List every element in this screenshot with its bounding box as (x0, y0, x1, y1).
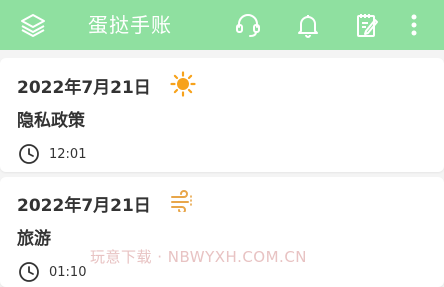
journal-entry-card[interactable]: 2022年7月21日 隐私政策 12:01 (0, 58, 444, 172)
entry-date: 2022年7月21日 (17, 196, 151, 216)
edit-note-icon[interactable] (352, 10, 382, 40)
clock-icon (18, 143, 40, 165)
entry-title: 隐私政策 (17, 111, 85, 131)
bell-icon[interactable] (293, 10, 323, 40)
app-title: 蛋挞手账 (88, 13, 172, 37)
watermark: 玩意下载 · NBWYXH.COM.CN (90, 248, 308, 266)
app-header: 蛋挞手账 (0, 0, 444, 50)
clock-icon (18, 261, 40, 283)
more-vert-icon[interactable] (406, 10, 422, 40)
entry-time: 12:01 (49, 147, 87, 162)
layers-icon[interactable] (18, 10, 48, 40)
journal-entry-card[interactable]: 2022年7月21日 旅游 01:10 (0, 177, 444, 287)
entry-title: 旅游 (17, 229, 51, 249)
entry-date: 2022年7月21日 (17, 78, 151, 98)
sun-icon (170, 71, 196, 101)
wind-icon (170, 190, 196, 216)
headset-icon[interactable] (233, 10, 263, 40)
